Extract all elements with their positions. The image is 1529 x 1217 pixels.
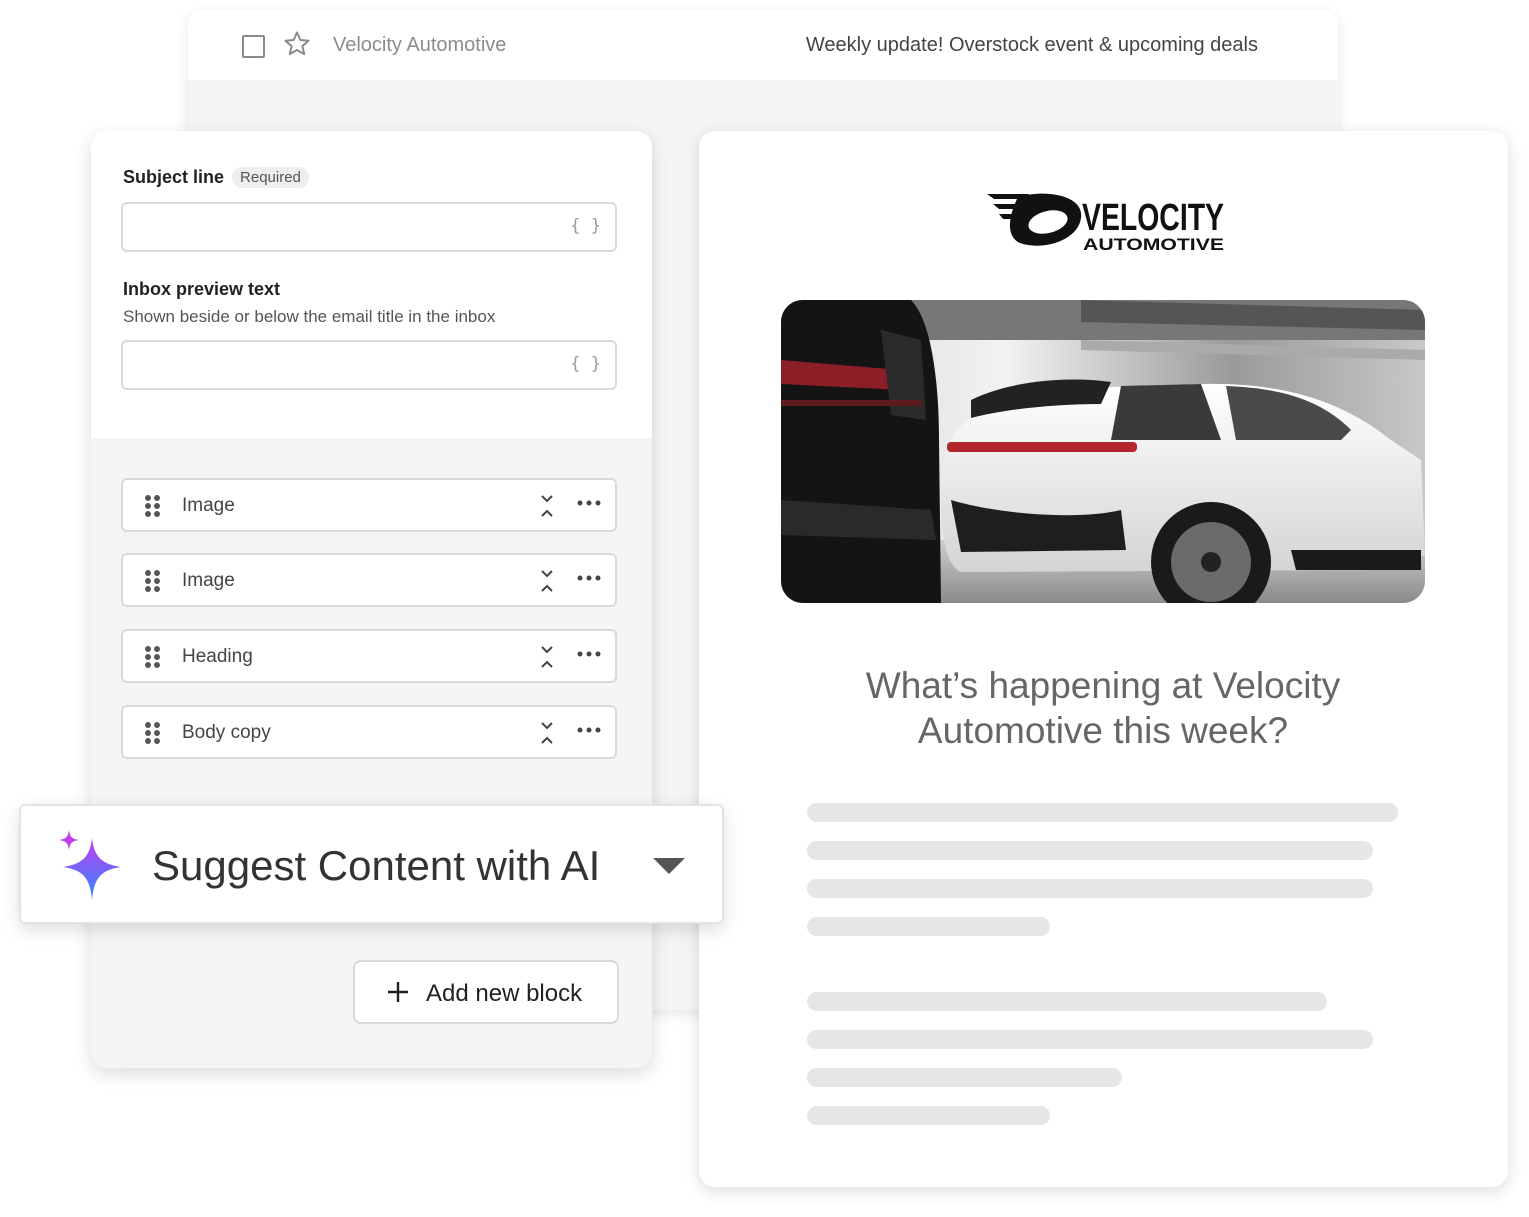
drag-handle-icon[interactable] (145, 722, 160, 744)
email-subject: Weekly update! Overstock event & upcomin… (805, 34, 1258, 56)
content-block-image[interactable]: Image (121, 478, 617, 532)
content-block-heading[interactable]: Heading (121, 629, 617, 683)
logo-text-velocity: VELOCITY (1082, 197, 1224, 239)
block-label: Image (182, 495, 235, 516)
collapse-icon[interactable] (539, 493, 555, 519)
subject-line-label-text: Subject line (123, 167, 225, 187)
body-text-placeholder (807, 803, 1398, 822)
email-editor-panel: Subject line Required { } Inbox preview t… (91, 131, 652, 1068)
email-preview: VELOCITY AUTOMOTIVE What’s happening at … (699, 131, 1508, 1187)
velocity-automotive-logo: VELOCITY AUTOMOTIVE (987, 193, 1224, 253)
select-checkbox[interactable] (242, 35, 265, 58)
email-headline: What’s happening at Velocity Automotive … (865, 665, 1341, 751)
required-badge: Required (232, 167, 309, 188)
merge-tag-icon[interactable]: { } (570, 354, 601, 374)
star-icon[interactable] (282, 29, 312, 59)
collapse-icon[interactable] (539, 644, 555, 670)
drag-handle-icon[interactable] (145, 570, 160, 592)
logo-text-automotive: AUTOMOTIVE (1083, 235, 1224, 253)
block-label: Heading (182, 646, 253, 667)
collapse-icon[interactable] (539, 720, 555, 746)
body-text-placeholder (807, 1030, 1373, 1049)
more-options-icon[interactable] (577, 499, 601, 507)
inbox-email-row[interactable]: Velocity Automotive Weekly update! Overs… (188, 10, 1338, 80)
subject-line-input[interactable]: { } (121, 202, 617, 252)
add-new-block-label: Add new block (426, 980, 583, 1007)
collapse-icon[interactable] (539, 568, 555, 594)
merge-tag-icon[interactable]: { } (570, 216, 601, 236)
inbox-preview-help: Shown beside or below the email title in… (123, 307, 496, 326)
add-new-block-button[interactable]: Add new block (353, 960, 619, 1024)
suggest-content-ai-label: Suggest Content with AI (152, 842, 601, 889)
inbox-preview-input[interactable]: { } (121, 340, 617, 390)
more-options-icon[interactable] (577, 574, 601, 582)
inbox-preview-label: Inbox preview text (123, 279, 281, 299)
plus-icon (388, 982, 408, 1002)
hero-car-image (781, 300, 1425, 603)
body-text-placeholder (807, 917, 1050, 936)
body-text-placeholder (807, 992, 1327, 1011)
chevron-down-icon[interactable] (653, 858, 685, 876)
subject-line-label: Subject line Required (123, 167, 309, 188)
content-block-image[interactable]: Image (121, 553, 617, 607)
block-label: Body copy (182, 722, 271, 743)
content-block-body-copy[interactable]: Body copy (121, 705, 617, 759)
editor-settings-section: Subject line Required { } Inbox preview t… (91, 131, 652, 438)
ai-sparkle-icon (59, 830, 121, 900)
body-text-placeholder (807, 1106, 1050, 1125)
body-text-placeholder (807, 841, 1373, 860)
drag-handle-icon[interactable] (145, 646, 160, 668)
suggest-content-ai-button[interactable]: Suggest Content with AI (19, 804, 724, 924)
more-options-icon[interactable] (577, 650, 601, 658)
drag-handle-icon[interactable] (145, 495, 160, 517)
body-text-placeholder (807, 879, 1373, 898)
more-options-icon[interactable] (577, 726, 601, 734)
sender-name: Velocity Automotive (333, 34, 507, 56)
block-label: Image (182, 570, 235, 591)
body-text-placeholder (807, 1068, 1122, 1087)
